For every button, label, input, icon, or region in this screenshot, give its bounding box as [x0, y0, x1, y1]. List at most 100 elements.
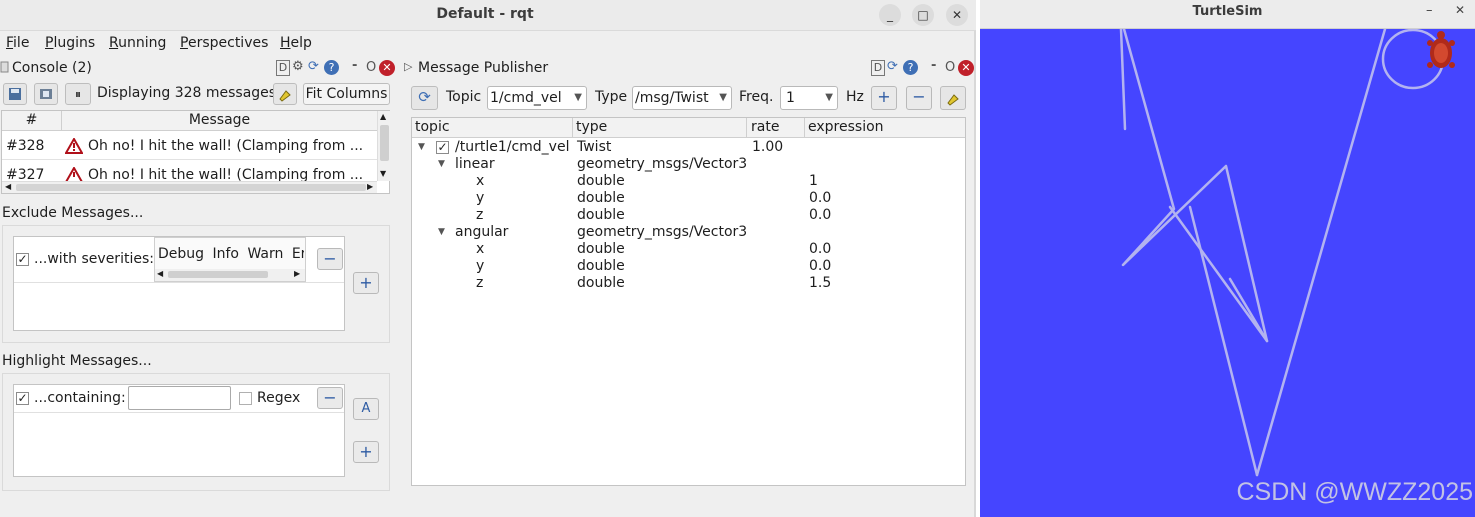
menu-perspectives[interactable]: Perspectives — [180, 35, 268, 51]
close-button[interactable]: ✕ — [946, 4, 968, 26]
tree-row-publisher[interactable]: ▼ ✓ /turtle1/cmd_vel Twist 1.00 — [412, 139, 965, 156]
tree-type: double — [577, 207, 625, 223]
column-header-type[interactable]: type — [574, 118, 747, 137]
highlight-text-icon[interactable]: A — [353, 398, 379, 420]
minimize-button[interactable]: _ — [879, 4, 901, 26]
reload-icon[interactable]: ⟳ — [887, 59, 898, 74]
scroll-right-arrow[interactable]: ▶ — [367, 182, 373, 191]
tree-row-linear-z[interactable]: z double 0.0 — [412, 207, 965, 224]
tree-row-angular-x[interactable]: x double 0.0 — [412, 241, 965, 258]
console-message-table[interactable]: # Message #328 Oh no! I hit the wall! (C… — [1, 110, 390, 194]
menu-help[interactable]: Help — [280, 35, 312, 51]
add-exclude-filter-icon[interactable]: + — [353, 272, 379, 294]
dock-float-button[interactable]: O — [945, 60, 955, 75]
scroll-left-arrow[interactable]: ◀ — [5, 182, 11, 191]
scroll-left-arrow[interactable]: ◀ — [157, 269, 163, 278]
tree-row-angular[interactable]: ▼ angular geometry_msgs/Vector3 — [412, 224, 965, 241]
rqt-titlebar[interactable]: Default - rqt _ □ ✕ — [0, 0, 976, 31]
turtlesim-titlebar[interactable]: TurtleSim – ✕ — [980, 0, 1475, 29]
expand-arrow-icon[interactable]: ▼ — [418, 142, 425, 152]
expand-arrow-icon[interactable]: ▼ — [438, 159, 445, 169]
refresh-topics-icon[interactable]: ⟳ — [411, 86, 438, 110]
severity-filter-checkbox[interactable]: ✓ — [16, 253, 29, 266]
clear-broom-icon[interactable] — [273, 83, 297, 105]
highlight-filter-checkbox[interactable]: ✓ — [16, 392, 29, 405]
help-icon[interactable]: ? — [324, 60, 339, 75]
severity-error[interactable]: Err — [292, 246, 304, 262]
tree-row-linear[interactable]: ▼ linear geometry_msgs/Vector3 — [412, 156, 965, 173]
column-header-number[interactable]: # — [2, 111, 62, 130]
severity-info[interactable]: Info — [213, 246, 240, 262]
clear-broom-icon[interactable] — [940, 86, 966, 110]
dock-d-button[interactable]: D — [276, 60, 290, 76]
dock-d-button[interactable]: D — [871, 60, 885, 76]
dock-close-icon[interactable]: ✕ — [958, 60, 974, 76]
containing-input[interactable] — [128, 386, 231, 410]
column-header-expression[interactable]: expression — [806, 118, 956, 137]
dock-float-button[interactable]: O — [366, 60, 376, 75]
tree-row-angular-y[interactable]: y double 0.0 — [412, 258, 965, 275]
tree-expression[interactable]: 1 — [809, 173, 818, 189]
scroll-thumb[interactable] — [168, 271, 268, 278]
scroll-right-arrow[interactable]: ▶ — [294, 269, 300, 278]
scroll-thumb[interactable] — [16, 184, 366, 191]
topic-combobox[interactable]: 1/cmd_vel ▼ — [487, 86, 587, 110]
scroll-thumb[interactable] — [380, 125, 389, 161]
add-highlight-filter-icon[interactable]: + — [353, 441, 379, 463]
type-combobox[interactable]: /msg/Twist ▼ — [632, 86, 732, 110]
column-header-message[interactable]: Message — [62, 111, 377, 130]
help-icon[interactable]: ? — [903, 60, 918, 75]
console-plugin-icon — [0, 60, 9, 74]
tree-expression[interactable]: 1.5 — [809, 275, 831, 291]
table-row[interactable]: #328 Oh no! I hit the wall! (Clamping fr… — [2, 132, 377, 160]
maximize-button[interactable]: □ — [912, 4, 934, 26]
menu-running[interactable]: Running — [109, 35, 166, 51]
scroll-down-arrow[interactable]: ▼ — [380, 169, 386, 178]
row-message: Oh no! I hit the wall! (Clamping from ..… — [88, 138, 364, 154]
tree-expression[interactable]: 0.0 — [809, 207, 831, 223]
row-number: #327 — [6, 167, 45, 181]
severity-debug[interactable]: Debug — [158, 246, 204, 262]
close-button[interactable]: ✕ — [1455, 3, 1465, 17]
tree-row-linear-y[interactable]: y double 0.0 — [412, 190, 965, 207]
minimize-button[interactable]: – — [1426, 3, 1433, 18]
watermark: CSDN @WWZZ2025 — [1236, 478, 1473, 506]
row-number: #328 — [6, 138, 45, 154]
expand-arrow-icon[interactable]: ▼ — [438, 227, 445, 237]
pause-icon[interactable]: ⏸ — [65, 83, 91, 105]
regex-checkbox[interactable] — [239, 392, 252, 405]
remove-publisher-icon[interactable]: − — [906, 86, 932, 110]
reload-icon[interactable]: ⟳ — [308, 59, 319, 74]
freq-combobox[interactable]: 1 ▼ — [780, 86, 838, 110]
publisher-tree[interactable]: topic type rate expression ▼ ✓ /turtle1/… — [411, 117, 966, 486]
tree-row-angular-z[interactable]: z double 1.5 — [412, 275, 965, 292]
tree-expression[interactable]: 0.0 — [809, 241, 831, 257]
vertical-scrollbar[interactable]: ▲ ▼ — [377, 111, 390, 181]
add-publisher-icon[interactable]: + — [871, 86, 897, 110]
tree-rate[interactable]: 1.00 — [752, 139, 783, 155]
tree-row-linear-x[interactable]: x double 1 — [412, 173, 965, 190]
dock-close-icon[interactable]: ✕ — [379, 60, 395, 76]
severity-warn[interactable]: Warn — [247, 246, 283, 262]
horizontal-scrollbar[interactable]: ◀ ▶ — [2, 181, 377, 193]
publish-checkbox[interactable]: ✓ — [436, 141, 449, 154]
severity-list[interactable]: Debug Info Warn Err ◀ ▶ — [154, 237, 306, 282]
menu-plugins[interactable]: Plugins — [45, 35, 95, 51]
table-row[interactable]: #327 Oh no! I hit the wall! (Clamping fr… — [2, 161, 377, 181]
scroll-up-arrow[interactable]: ▲ — [380, 112, 386, 121]
fit-columns-button[interactable]: Fit Columns — [303, 83, 390, 105]
remove-highlight-filter-icon[interactable]: − — [317, 387, 343, 409]
menu-file[interactable]: File — [6, 35, 29, 51]
severity-list-scrollbar[interactable]: ◀ ▶ — [155, 269, 305, 281]
load-icon[interactable] — [34, 83, 58, 105]
tree-expression[interactable]: 0.0 — [809, 258, 831, 274]
save-icon[interactable] — [3, 83, 27, 105]
remove-filter-icon[interactable]: − — [317, 248, 343, 270]
dock-minimize-button[interactable]: - — [352, 58, 357, 73]
tree-expression[interactable]: 0.0 — [809, 190, 831, 206]
gear-icon[interactable]: ⚙ — [292, 59, 304, 74]
collapse-arrow-icon[interactable]: ▷ — [404, 60, 412, 73]
column-header-rate[interactable]: rate — [748, 118, 805, 137]
column-header-topic[interactable]: topic — [415, 118, 573, 137]
dock-minimize-button[interactable]: - — [931, 58, 936, 73]
